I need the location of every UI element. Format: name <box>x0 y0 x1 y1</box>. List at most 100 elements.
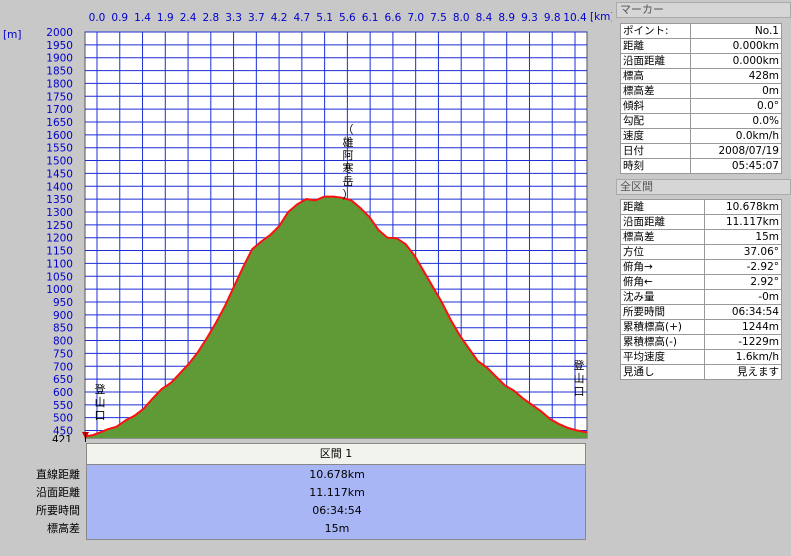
section-summary: 10.678km 11.117km 06:34:54 15m <box>86 465 586 540</box>
info-value: 15m <box>704 229 782 245</box>
info-value: 2008/07/19 <box>690 143 782 159</box>
info-value: 0.0km/h <box>690 128 782 144</box>
section-value: 10.678km <box>309 468 365 481</box>
section-label: 所要時間 <box>36 504 80 517</box>
all-section-info-row: 見通し 見えます <box>619 364 782 380</box>
annotation-char: 山 <box>574 372 585 385</box>
section-header[interactable]: 区間 1 <box>86 443 586 465</box>
y-tick-label: 700 <box>53 361 73 373</box>
x-tick-label: 1.4 <box>134 12 151 24</box>
info-label: 所要時間 <box>619 304 706 320</box>
y-tick-label: 1450 <box>46 168 73 180</box>
info-value: 428m <box>690 68 782 84</box>
y-tick-label: 1250 <box>46 220 73 232</box>
info-label: 見通し <box>619 364 706 380</box>
info-value: 0.000km <box>690 38 782 54</box>
x-tick-label: 9.8 <box>544 12 561 24</box>
marker-info-row: 標高 428m <box>619 68 782 84</box>
y-tick-label: 800 <box>53 336 73 348</box>
y-tick-label: 1750 <box>46 91 73 103</box>
annotation-char: 寒 <box>343 161 354 175</box>
x-tick-label: 0.0 <box>89 12 106 24</box>
marker-info-table: ポイント: No.1 距離 0.000km 沿面距離 0.000km 標高 428m 標高差 0m… <box>619 23 782 174</box>
section-label: 沿面距離 <box>36 486 80 499</box>
elevation-profile-window: 0.0 0.9 1.4 1.9 2.4 2.8 3.3 3.7 4.2 4.7 5.1 5.6 6.1 6… <box>0 0 791 556</box>
y-tick-label: 600 <box>53 387 73 399</box>
info-value: 0.0° <box>690 98 782 114</box>
info-value: 10.678km <box>704 199 782 215</box>
marker-info-row: 距離 0.000km <box>619 38 782 54</box>
y-tick-labels: 2000195019001850180017501700165016001550… <box>46 27 73 438</box>
x-tick-label: 7.5 <box>430 12 447 24</box>
annotation-char: 口 <box>95 409 106 422</box>
elevation-chart: 0.0 0.9 1.4 1.9 2.4 2.8 3.3 3.7 4.2 4.7 5.1 5.6 6.1 6… <box>3 11 612 442</box>
annotation-char: 登 <box>95 382 106 396</box>
info-label: 傾斜 <box>619 98 692 114</box>
info-value: 2.92° <box>704 274 782 290</box>
all-section-info-row: 平均速度 1.6km/h <box>619 349 782 365</box>
section-label: 直線距離 <box>36 468 80 481</box>
annotation-char: 岳 <box>343 175 354 188</box>
y-tick-label: 1550 <box>46 143 73 155</box>
info-label: 距離 <box>619 38 692 54</box>
info-label: 距離 <box>619 199 706 215</box>
x-tick-label: 1.9 <box>157 12 174 24</box>
info-value: 1244m <box>704 319 782 335</box>
marker-info-row: 傾斜 0.0° <box>619 98 782 114</box>
all-section-info-row: 累積標高(-) -1229m <box>619 334 782 350</box>
y-tick-label: 550 <box>53 400 73 412</box>
annotation-char: 登 <box>574 358 585 372</box>
y-tick-label: 950 <box>53 297 73 309</box>
annotation-char: （ <box>343 123 354 136</box>
annotation-end-trailhead: 登山口 <box>574 358 585 398</box>
y-tick-label: 1100 <box>46 258 73 270</box>
y-tick-label: 1300 <box>46 207 73 219</box>
section-value: 11.117km <box>309 486 365 499</box>
all-section-info-row: 距離 10.678km <box>619 199 782 215</box>
section-value: 06:34:54 <box>312 504 362 517</box>
info-label: 沿面距離 <box>619 53 692 69</box>
y-tick-label: 1950 <box>46 40 73 52</box>
x-tick-label: 8.9 <box>498 12 515 24</box>
x-tick-labels: 0.0 0.9 1.4 1.9 2.4 2.8 3.3 3.7 4.2 4.7 5.1 5.6 6.1 6… <box>89 12 587 24</box>
info-value: 11.117km <box>704 214 782 230</box>
marker-info-row: 時刻 05:45:07 <box>619 158 782 174</box>
annotation-char: 雄 <box>343 135 354 149</box>
y-tick-label: 1000 <box>46 284 73 296</box>
all-section-info-row: 累積標高(+) 1244m <box>619 319 782 335</box>
all-section-info-row: 所要時間 06:34:54 <box>619 304 782 320</box>
y-tick-label: 650 <box>53 374 73 386</box>
y-tick-label: 1350 <box>46 194 73 206</box>
info-value: 05:45:07 <box>690 158 782 174</box>
section-value: 15m <box>324 522 350 535</box>
y-min-label: 421 <box>52 434 72 442</box>
info-label: 標高差 <box>619 83 692 99</box>
y-tick-label: 750 <box>53 348 73 360</box>
all-section-info-row: 沿面距離 11.117km <box>619 214 782 230</box>
all-section-info-row: 方位 37.06° <box>619 244 782 260</box>
info-label: ポイント: <box>619 23 692 39</box>
x-unit-label: [km] <box>590 11 612 23</box>
x-tick-label: 2.8 <box>202 12 219 24</box>
annotation-char: 阿 <box>343 149 354 162</box>
annotation-peak: （雄阿寒岳） <box>343 123 354 201</box>
marker-info-row: ポイント: No.1 <box>619 23 782 39</box>
annotation-char: ） <box>343 188 354 201</box>
x-tick-label: 4.2 <box>271 12 288 24</box>
info-value: -1229m <box>704 334 782 350</box>
x-tick-label: 6.1 <box>362 12 379 24</box>
marker-info-row: 勾配 0.0% <box>619 113 782 129</box>
info-label: 速度 <box>619 128 692 144</box>
x-tick-label: 3.3 <box>225 12 242 24</box>
info-label: 累積標高(-) <box>619 334 706 350</box>
info-value: -2.92° <box>704 259 782 275</box>
info-value: 06:34:54 <box>704 304 782 320</box>
x-tick-label: 5.1 <box>316 12 333 24</box>
annotation-char: 口 <box>574 385 585 398</box>
all-section-info-row: 俯角→ -2.92° <box>619 259 782 275</box>
all-section-info-row: 標高差 15m <box>619 229 782 245</box>
y-tick-label: 2000 <box>46 27 73 39</box>
y-tick-label: 1900 <box>46 53 73 65</box>
x-tick-label: 0.9 <box>111 12 128 24</box>
x-tick-label: 9.3 <box>521 12 538 24</box>
